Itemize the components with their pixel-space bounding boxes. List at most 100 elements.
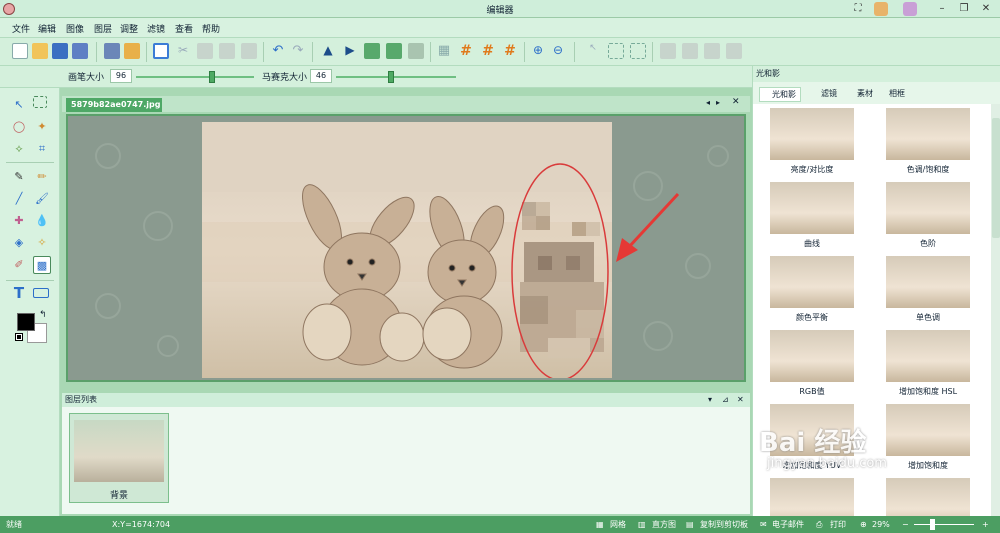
menu-image[interactable]: 图像	[66, 22, 84, 35]
tab-close-icon[interactable]: ✕	[732, 97, 740, 107]
rotate-free-icon[interactable]	[408, 43, 424, 59]
tab-material[interactable]: 素材	[845, 87, 873, 100]
tab-filter[interactable]: 滤镜	[809, 87, 837, 100]
mosaic-size-slider[interactable]	[336, 71, 456, 83]
grid-icon[interactable]: ▦	[596, 516, 604, 533]
rotate-left-icon[interactable]	[364, 43, 380, 59]
pointer-icon[interactable]: ↖	[585, 43, 601, 59]
smudge-icon[interactable]: ✐	[10, 256, 28, 274]
mosaic-size-input[interactable]: 46	[310, 69, 332, 83]
crop-icon[interactable]: ⌗	[33, 140, 51, 158]
menu-file[interactable]: 文件	[12, 22, 30, 35]
mosaic-size-slider-thumb[interactable]	[388, 71, 394, 83]
status-email[interactable]: 电子邮件	[772, 516, 804, 533]
effect-monotone[interactable]: 单色调	[883, 256, 973, 326]
foreground-color-swatch[interactable]	[17, 313, 35, 331]
layers-close-icon[interactable]: ✕	[737, 393, 744, 407]
clipboard-icon[interactable]: ▤	[686, 516, 694, 533]
blur-drop-icon[interactable]: 💧	[33, 212, 51, 230]
status-grid[interactable]: 网格	[610, 516, 626, 533]
rotate-right-icon[interactable]	[386, 43, 402, 59]
align-left-icon[interactable]	[660, 43, 676, 59]
grid-icon[interactable]: ▦	[436, 43, 452, 59]
status-copy[interactable]: 复制到剪切板	[700, 516, 748, 533]
dropdown-icon[interactable]: ▾	[708, 393, 712, 407]
menu-edit[interactable]: 编辑	[38, 22, 56, 35]
zoom-out-button[interactable]: −	[902, 516, 909, 533]
effect-brightness-contrast[interactable]: 亮度/对比度	[767, 108, 857, 178]
effect-rgb[interactable]: RGB值	[767, 330, 857, 400]
minimize-button[interactable]: –	[932, 2, 952, 16]
email-icon[interactable]: ✉	[760, 516, 767, 533]
user-icon[interactable]	[874, 2, 888, 16]
magic-wand-icon[interactable]: ✦	[33, 118, 51, 136]
flip-horizontal-icon[interactable]: ▶	[342, 43, 358, 59]
tab-light-shadow[interactable]: 光和影	[759, 87, 801, 102]
mosaic-tool-icon[interactable]: ▩	[33, 256, 51, 274]
select-all-icon[interactable]	[153, 43, 169, 59]
histogram-icon[interactable]: ▥	[638, 516, 646, 533]
brush-size-input[interactable]: 96	[110, 69, 132, 83]
hash-icon-3[interactable]: #	[502, 43, 518, 59]
effect-saturation[interactable]: 增加饱和度	[883, 404, 973, 474]
align-center-icon[interactable]	[682, 43, 698, 59]
pin-icon[interactable]: ⊿	[722, 393, 729, 407]
print-icon[interactable]: ⎙	[816, 516, 822, 533]
crop-select-icon[interactable]	[608, 43, 624, 59]
email-icon[interactable]	[124, 43, 140, 59]
new-file-icon[interactable]	[12, 43, 28, 59]
scrollbar-thumb[interactable]	[992, 118, 1000, 238]
open-folder-icon[interactable]	[32, 43, 48, 59]
copy-icon[interactable]	[197, 43, 213, 59]
lasso-icon[interactable]: ◯	[10, 118, 28, 136]
effect-item[interactable]	[883, 478, 973, 516]
sparkle-icon[interactable]: ✧	[33, 234, 51, 252]
eyedropper-icon[interactable]: ✎	[10, 168, 28, 186]
menu-help[interactable]: 帮助	[202, 22, 220, 35]
cut-icon[interactable]: ✂	[175, 43, 191, 59]
effect-hue-saturation[interactable]: 色调/饱和度	[883, 108, 973, 178]
reset-colors-icon[interactable]	[15, 333, 23, 341]
text-tool-icon[interactable]: T	[10, 284, 28, 302]
hash-icon[interactable]: #	[458, 43, 474, 59]
paste-icon[interactable]	[219, 43, 235, 59]
zoom-in-button[interactable]: +	[982, 516, 989, 533]
brush-size-slider-thumb[interactable]	[209, 71, 215, 83]
align-right-icon[interactable]	[704, 43, 720, 59]
effect-curves[interactable]: 曲线	[767, 182, 857, 252]
tab-next-icon[interactable]: ▸	[716, 98, 720, 107]
effect-levels[interactable]: 色阶	[883, 182, 973, 252]
rect-select-icon[interactable]	[33, 96, 47, 108]
brush-icon[interactable]: 🖌	[33, 190, 51, 208]
print-icon[interactable]	[104, 43, 120, 59]
move-tool-icon[interactable]: ↖	[10, 96, 28, 114]
effect-color-balance[interactable]: 颜色平衡	[767, 256, 857, 326]
resize-select-icon[interactable]	[630, 43, 646, 59]
layer-item[interactable]: 背景	[69, 413, 169, 503]
menu-adjust[interactable]: 调整	[120, 22, 138, 35]
undo-icon[interactable]: ↶	[270, 43, 286, 59]
brush-size-slider[interactable]	[136, 71, 254, 83]
menu-filter[interactable]: 滤镜	[147, 22, 165, 35]
status-print[interactable]: 打印	[830, 516, 846, 533]
redo-icon[interactable]: ↷	[290, 43, 306, 59]
canvas-area[interactable]	[66, 114, 746, 382]
shape-tool-icon[interactable]	[33, 288, 49, 298]
skin-icon[interactable]	[903, 2, 917, 16]
close-button[interactable]: ✕	[976, 2, 996, 16]
polygon-lasso-icon[interactable]: ⟡	[10, 140, 28, 158]
line-icon[interactable]: ╱	[10, 190, 28, 208]
effects-scrollbar[interactable]	[991, 104, 1000, 516]
pencil-icon[interactable]: ✏	[33, 168, 51, 186]
swap-colors-icon[interactable]: ↰	[39, 310, 47, 320]
zoom-slider[interactable]	[914, 519, 974, 530]
status-histogram[interactable]: 直方图	[652, 516, 676, 533]
tab-frame[interactable]: 相框	[877, 87, 905, 100]
zoom-slider-thumb[interactable]	[930, 519, 935, 530]
fill-bucket-icon[interactable]: ◈	[10, 234, 28, 252]
flip-vertical-icon[interactable]: ▲	[320, 43, 336, 59]
tab-prev-icon[interactable]: ◂	[706, 98, 710, 107]
clone-icon[interactable]: ✚	[10, 212, 28, 230]
align-bottom-icon[interactable]	[726, 43, 742, 59]
delete-icon[interactable]	[241, 43, 257, 59]
